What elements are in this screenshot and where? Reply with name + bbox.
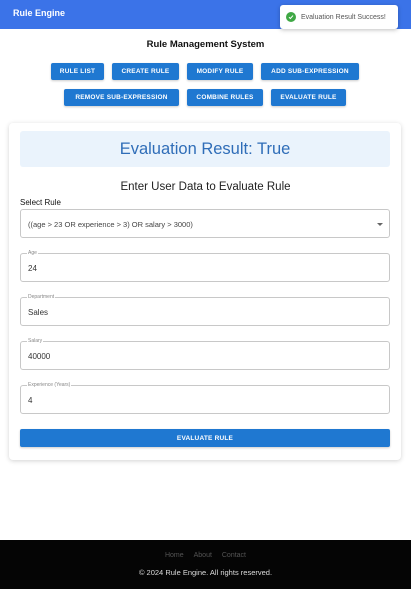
rule-select[interactable]: ((age > 23 OR experience > 3) OR salary …: [20, 209, 390, 238]
success-toast: Evaluation Result Success!: [280, 5, 398, 29]
department-field[interactable]: Department Sales: [20, 294, 390, 326]
create-rule-button[interactable]: CREATE RULE: [112, 63, 179, 80]
evaluate-rule-submit-button[interactable]: EVALUATE RULE: [20, 429, 390, 447]
experience-field[interactable]: Experience (Years) 4: [20, 382, 390, 414]
app-title: Rule Engine: [13, 8, 66, 18]
check-circle-icon: [286, 12, 296, 22]
chevron-down-icon: [377, 223, 383, 226]
form-heading: Enter User Data to Evaluate Rule: [120, 181, 291, 193]
footer: Home About Contact © 2024 Rule Engine. A…: [0, 540, 411, 589]
page-title: Rule Management System: [146, 39, 265, 50]
age-field-value: 24: [28, 264, 37, 273]
add-sub-expression-button[interactable]: ADD SUB-EXPRESSION: [261, 63, 359, 80]
experience-field-value: 4: [28, 396, 33, 405]
footer-links: Home About Contact: [0, 552, 411, 559]
rule-list-button[interactable]: RULE LIST: [51, 63, 104, 80]
salary-field-label: Salary: [27, 338, 44, 345]
department-field-label: Department: [27, 294, 56, 301]
rule-select-value: ((age > 23 OR experience > 3) OR salary …: [28, 220, 193, 229]
footer-copyright: © 2024 Rule Engine. All rights reserved.: [138, 568, 273, 577]
department-field-value: Sales: [28, 308, 49, 317]
age-field[interactable]: Age 24: [20, 250, 390, 282]
toast-message: Evaluation Result Success!: [301, 13, 386, 21]
salary-field[interactable]: Salary 40000: [20, 338, 390, 370]
evaluate-rule-nav-button[interactable]: EVALUATE RULE: [271, 89, 346, 106]
experience-field-label: Experience (Years): [27, 382, 72, 389]
evaluation-result-banner: Evaluation Result: True: [20, 131, 390, 167]
age-field-label: Age: [27, 250, 38, 257]
footer-link-contact[interactable]: Contact: [222, 552, 246, 559]
combine-rules-button[interactable]: COMBINE RULES: [187, 89, 263, 106]
footer-link-home[interactable]: Home: [165, 552, 184, 559]
select-rule-label: Select Rule: [20, 198, 61, 207]
footer-link-about[interactable]: About: [194, 552, 212, 559]
salary-field-value: 40000: [28, 352, 51, 361]
modify-rule-button[interactable]: MODIFY RULE: [187, 63, 253, 80]
remove-sub-expression-button[interactable]: REMOVE SUB-EXPRESSION: [64, 89, 179, 106]
